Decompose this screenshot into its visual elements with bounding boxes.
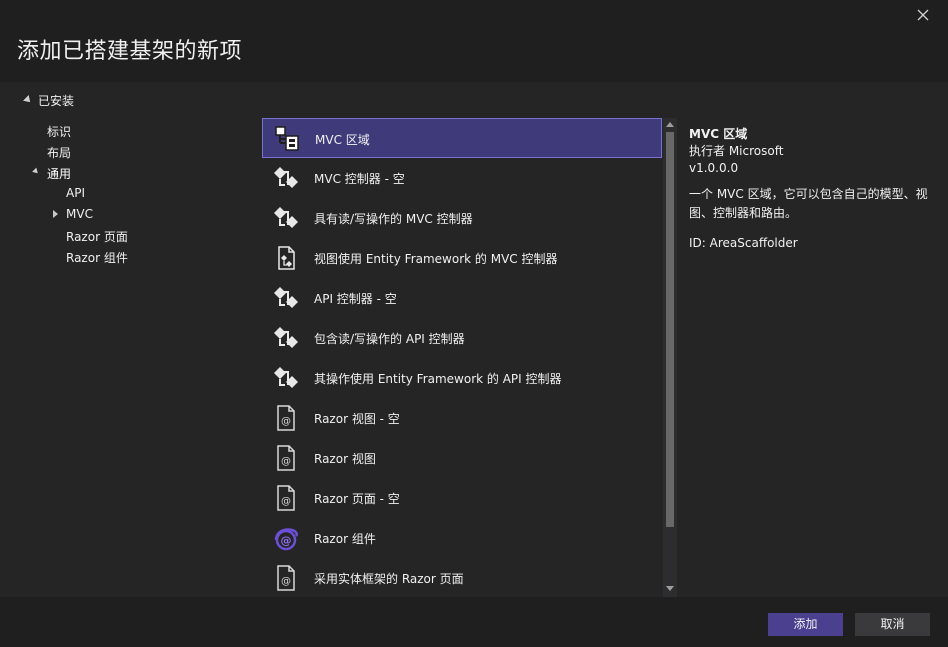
list-item-label: 视图使用 Entity Framework 的 MVC 控制器 bbox=[314, 252, 558, 266]
list-item[interactable]: 视图使用 Entity Framework 的 MVC 控制器 bbox=[262, 238, 662, 278]
add-button[interactable]: 添加 bbox=[768, 613, 843, 636]
dialog-footer: 添加 取消 bbox=[0, 597, 948, 647]
template-list: MVC 区域 MVC 控制器 - 空 具有读/写操作的 MVC 控制器 视图使用… bbox=[262, 118, 662, 597]
list-item-label: 采用实体框架的 Razor 页面 bbox=[314, 572, 464, 586]
tree-item-razor-pages[interactable]: Razor 页面 bbox=[66, 228, 128, 245]
area-icon bbox=[275, 126, 299, 151]
title-bar: 添加已搭建基架的新项 bbox=[0, 0, 948, 82]
list-item[interactable]: @ Razor 视图 - 空 bbox=[262, 398, 662, 438]
svg-text:@: @ bbox=[281, 534, 292, 547]
tree-item-api[interactable]: API bbox=[66, 186, 85, 200]
tree-item-razor-components[interactable]: Razor 组件 bbox=[66, 249, 128, 266]
controller-icon bbox=[274, 167, 298, 188]
dialog-title: 添加已搭建基架的新项 bbox=[17, 39, 243, 64]
details-name: MVC 区域 bbox=[689, 127, 748, 141]
details-author: 执行者 Microsoft bbox=[689, 144, 784, 158]
razor-file-icon: @ bbox=[277, 565, 295, 591]
details-id: ID: AreaScaffolder bbox=[689, 236, 798, 250]
list-item-label: Razor 视图 bbox=[314, 452, 376, 466]
ef-controller-icon bbox=[278, 246, 295, 270]
expanded-caret-icon[interactable] bbox=[32, 167, 40, 176]
details-version: v1.0.0.0 bbox=[689, 161, 739, 175]
template-list-scrollbar[interactable] bbox=[663, 118, 677, 597]
list-item[interactable]: @ Razor 页面 - 空 bbox=[262, 478, 662, 518]
list-item-label: Razor 视图 - 空 bbox=[314, 412, 400, 426]
controller-icon bbox=[274, 327, 298, 348]
razor-file-icon: @ bbox=[277, 405, 295, 431]
list-item[interactable]: @ 采用实体框架的 Razor 页面 bbox=[262, 558, 662, 597]
list-item[interactable]: 具有读/写操作的 MVC 控制器 bbox=[262, 198, 662, 238]
razor-file-icon: @ bbox=[277, 485, 295, 511]
list-item[interactable]: @ Razor 视图 bbox=[262, 438, 662, 478]
svg-text:@: @ bbox=[281, 456, 291, 467]
list-item[interactable]: MVC 区域 bbox=[262, 118, 662, 158]
list-item-label: API 控制器 - 空 bbox=[314, 292, 397, 306]
tree-item-identity[interactable]: 标识 bbox=[47, 123, 71, 140]
list-item-label: 包含读/写操作的 API 控制器 bbox=[314, 332, 465, 346]
scroll-down-arrow-icon[interactable] bbox=[666, 586, 674, 591]
cancel-button[interactable]: 取消 bbox=[855, 613, 930, 636]
tree-item-layout[interactable]: 布局 bbox=[47, 144, 71, 161]
list-item-label: 具有读/写操作的 MVC 控制器 bbox=[314, 212, 473, 226]
svg-text:@: @ bbox=[281, 576, 291, 587]
svg-text:@: @ bbox=[281, 496, 291, 507]
tree-item-common[interactable]: 通用 bbox=[47, 165, 71, 182]
details-description: 一个 MVC 区域，它可以包含自己的模型、视图、控制器和路由。 bbox=[689, 187, 928, 220]
controller-icon bbox=[274, 367, 298, 388]
tree-root-label: 已安装 bbox=[38, 94, 75, 108]
svg-text:@: @ bbox=[281, 416, 291, 427]
list-item[interactable]: 包含读/写操作的 API 控制器 bbox=[262, 318, 662, 358]
list-item-label: Razor 页面 - 空 bbox=[314, 492, 400, 506]
scroll-up-arrow-icon[interactable] bbox=[666, 122, 674, 127]
close-icon[interactable] bbox=[916, 8, 930, 22]
list-item[interactable]: MVC 控制器 - 空 bbox=[262, 158, 662, 198]
list-item[interactable]: API 控制器 - 空 bbox=[262, 278, 662, 318]
expanded-caret-icon[interactable] bbox=[23, 95, 33, 105]
list-item-label: 其操作使用 Entity Framework 的 API 控制器 bbox=[314, 372, 562, 386]
collapsed-caret-icon[interactable] bbox=[53, 210, 58, 218]
scrollbar-thumb[interactable] bbox=[666, 132, 674, 527]
tree-item-mvc[interactable]: MVC bbox=[66, 207, 93, 221]
tree-root-installed[interactable]: 已安装 bbox=[23, 92, 75, 109]
list-item-label: MVC 控制器 - 空 bbox=[314, 172, 405, 186]
razor-file-icon: @ bbox=[277, 445, 295, 471]
details-panel: MVC 区域 执行者 Microsoft v1.0.0.0 一个 MVC 区域，… bbox=[689, 126, 939, 252]
controller-icon bbox=[274, 287, 298, 308]
controller-icon bbox=[274, 207, 298, 228]
blazor-icon: @ bbox=[274, 528, 299, 551]
list-item-label: Razor 组件 bbox=[314, 532, 376, 546]
list-item[interactable]: 其操作使用 Entity Framework 的 API 控制器 bbox=[262, 358, 662, 398]
list-item-label: MVC 区域 bbox=[315, 133, 370, 147]
list-item[interactable]: @ Razor 组件 bbox=[262, 518, 662, 558]
